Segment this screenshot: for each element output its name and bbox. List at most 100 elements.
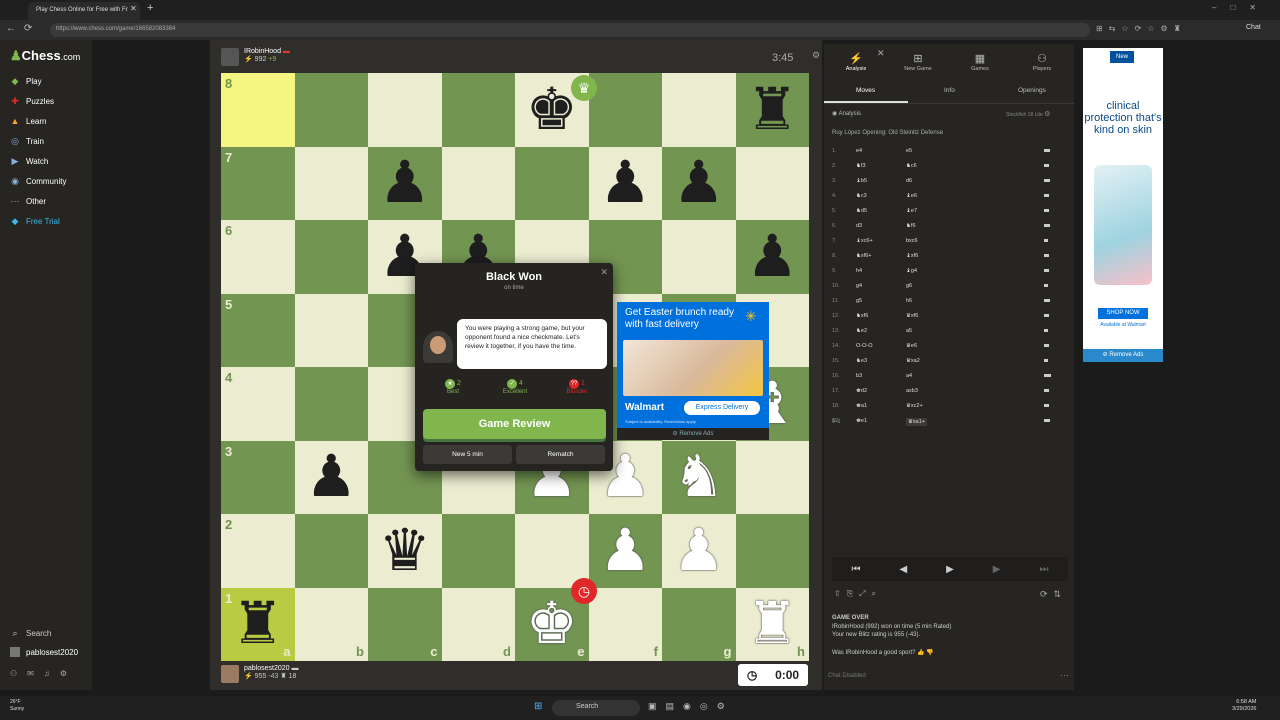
tab-analysis[interactable]: ⚡ Analysis: [831, 52, 881, 72]
url-field[interactable]: https://www.chess.com/game/166582083384: [50, 23, 1090, 37]
black-move[interactable]: ♝e7: [906, 208, 917, 214]
sidebar-search[interactable]: ⌕ Search: [10, 628, 51, 639]
close-icon[interactable]: ✕: [600, 267, 608, 278]
shop-now-button[interactable]: SHOP NOW: [1098, 308, 1148, 319]
white-move[interactable]: b3: [856, 373, 862, 379]
square-a3[interactable]: 3: [221, 440, 295, 514]
top-player[interactable]: IRobinHood ▬ ⚡ 992 +9: [221, 48, 290, 66]
prev-move-icon[interactable]: ◀: [899, 564, 907, 575]
square-h3[interactable]: [735, 440, 809, 514]
square-g7[interactable]: ♟: [662, 146, 736, 220]
black-move[interactable]: ♞c6: [906, 163, 917, 169]
square-d2[interactable]: [441, 514, 515, 588]
white-move[interactable]: ♚d2: [856, 388, 867, 394]
white-move[interactable]: h4: [856, 268, 862, 274]
tab-games[interactable]: ▦ Games: [955, 52, 1005, 72]
close-icon[interactable]: ✕: [877, 48, 885, 59]
play-icon[interactable]: ▶: [946, 564, 954, 575]
window-controls[interactable]: –□✕: [1212, 3, 1270, 12]
square-c7[interactable]: ♟: [368, 146, 442, 221]
windows-start-icon[interactable]: ⊞: [534, 701, 542, 712]
sidebar-item-free-trial[interactable]: ◆ Free Trial: [10, 216, 60, 227]
white-move[interactable]: ♚e1: [856, 418, 867, 424]
black-move[interactable]: ♞f6: [906, 223, 916, 229]
thumbs-up-icon[interactable]: 👍: [917, 650, 924, 656]
black-rook-piece[interactable]: ♜: [221, 588, 295, 662]
black-move[interactable]: ♝xf6: [906, 253, 918, 259]
share-tools[interactable]: ⇧⎘⤢⌕: [834, 589, 882, 599]
browser-nav-buttons[interactable]: ←⟳: [6, 23, 40, 34]
black-move[interactable]: h6: [906, 298, 912, 304]
more-icon[interactable]: ···: [1060, 670, 1069, 680]
gear-icon[interactable]: ⚙: [1044, 111, 1050, 118]
ad-popup[interactable]: Get Easter brunch ready with fast delive…: [617, 302, 769, 440]
sidebar-item-community[interactable]: ◉ Community: [10, 176, 66, 187]
game-review-button[interactable]: Game Review: [423, 409, 606, 439]
gear-icon[interactable]: ⚙: [812, 50, 820, 61]
black-move[interactable]: bxc6: [906, 238, 918, 244]
white-pawn-piece[interactable]: ♟: [589, 514, 663, 588]
black-move[interactable]: g6: [906, 283, 912, 289]
tab-info[interactable]: Info: [944, 87, 955, 94]
square-f1[interactable]: f: [588, 587, 662, 661]
square-d8[interactable]: [441, 73, 515, 147]
white-move[interactable]: ♞d5: [856, 208, 867, 214]
white-pawn-piece[interactable]: ♟: [662, 514, 736, 588]
square-c1[interactable]: c: [368, 587, 442, 661]
square-e7[interactable]: [515, 146, 589, 220]
square-d7[interactable]: [441, 146, 515, 220]
white-move[interactable]: e4: [856, 148, 862, 154]
new-tab-button[interactable]: +: [147, 2, 153, 14]
black-move[interactable]: d6: [906, 178, 912, 184]
black-move[interactable]: ♝g4: [906, 268, 917, 274]
tab-openings[interactable]: Openings: [1018, 87, 1046, 94]
square-f2[interactable]: ♟: [588, 514, 663, 588]
square-e2[interactable]: [515, 514, 589, 588]
bottom-player[interactable]: pablosest2020 ▬ ⚡ 955 -43 ♜ 18: [221, 665, 299, 683]
white-move[interactable]: ♞c3: [856, 193, 867, 199]
square-f8[interactable]: [588, 73, 662, 147]
square-c8[interactable]: [368, 73, 442, 147]
white-move[interactable]: d3: [856, 223, 862, 229]
black-pawn-piece[interactable]: ♟: [589, 147, 663, 221]
black-move[interactable]: ♛xc2+: [906, 403, 923, 409]
browser-tab[interactable]: Play Chess Online for Free with Fr: [28, 2, 140, 20]
sidebar-item-other[interactable]: ⋯ Other: [10, 196, 47, 207]
last-move-icon[interactable]: ⏭: [1039, 564, 1048, 575]
analysis-toggle[interactable]: ◉ Analysis: [832, 110, 861, 117]
tab-moves[interactable]: Moves: [856, 87, 875, 94]
tab-players[interactable]: ⚇ Players: [1017, 52, 1067, 72]
square-g3[interactable]: ♞: [662, 440, 736, 514]
black-move[interactable]: ♝e6: [906, 193, 917, 199]
black-move[interactable]: ♛xa2: [906, 358, 920, 364]
square-b4[interactable]: [294, 367, 368, 441]
first-move-icon[interactable]: ⏮: [851, 564, 860, 575]
black-move[interactable]: e5: [906, 148, 912, 154]
black-queen-piece[interactable]: ♛: [368, 514, 442, 588]
weather-widget[interactable]: 26°F Sunny: [10, 699, 24, 713]
square-a4[interactable]: 4: [221, 367, 295, 441]
chess-logo[interactable]: ♟Chess.com: [10, 48, 80, 64]
remove-ads-button[interactable]: ⊘ Remove Ads: [1083, 349, 1163, 362]
white-move[interactable]: ♞e3: [856, 358, 867, 364]
square-b3[interactable]: ♟: [294, 440, 369, 515]
copilot-button[interactable]: Chat: [1246, 24, 1261, 31]
new-game-button[interactable]: New 5 min: [423, 445, 512, 464]
tab-new-game[interactable]: ⊞ New Game: [893, 52, 943, 72]
square-a6[interactable]: 6: [221, 220, 295, 294]
square-b2[interactable]: [294, 514, 368, 588]
thumbs-down-icon[interactable]: 👎: [926, 650, 933, 656]
square-a7[interactable]: 7: [221, 146, 295, 220]
white-move[interactable]: ♚a1: [856, 403, 867, 409]
white-move[interactable]: ♞f3: [856, 163, 866, 169]
black-pawn-piece[interactable]: ♟: [295, 441, 369, 515]
black-move[interactable]: ♛xa1+: [906, 418, 928, 426]
flip-tools[interactable]: ⟳⇅: [1040, 589, 1067, 600]
black-pawn-piece[interactable]: ♟: [368, 147, 442, 221]
white-move[interactable]: ♞xf6+: [856, 253, 871, 259]
sidebar-item-train[interactable]: ◎ Train: [10, 136, 44, 147]
square-a8[interactable]: 8: [221, 73, 295, 147]
ad-cta-button[interactable]: Express Delivery: [684, 401, 760, 415]
white-move[interactable]: g4: [856, 283, 862, 289]
square-a5[interactable]: 5: [221, 293, 295, 367]
